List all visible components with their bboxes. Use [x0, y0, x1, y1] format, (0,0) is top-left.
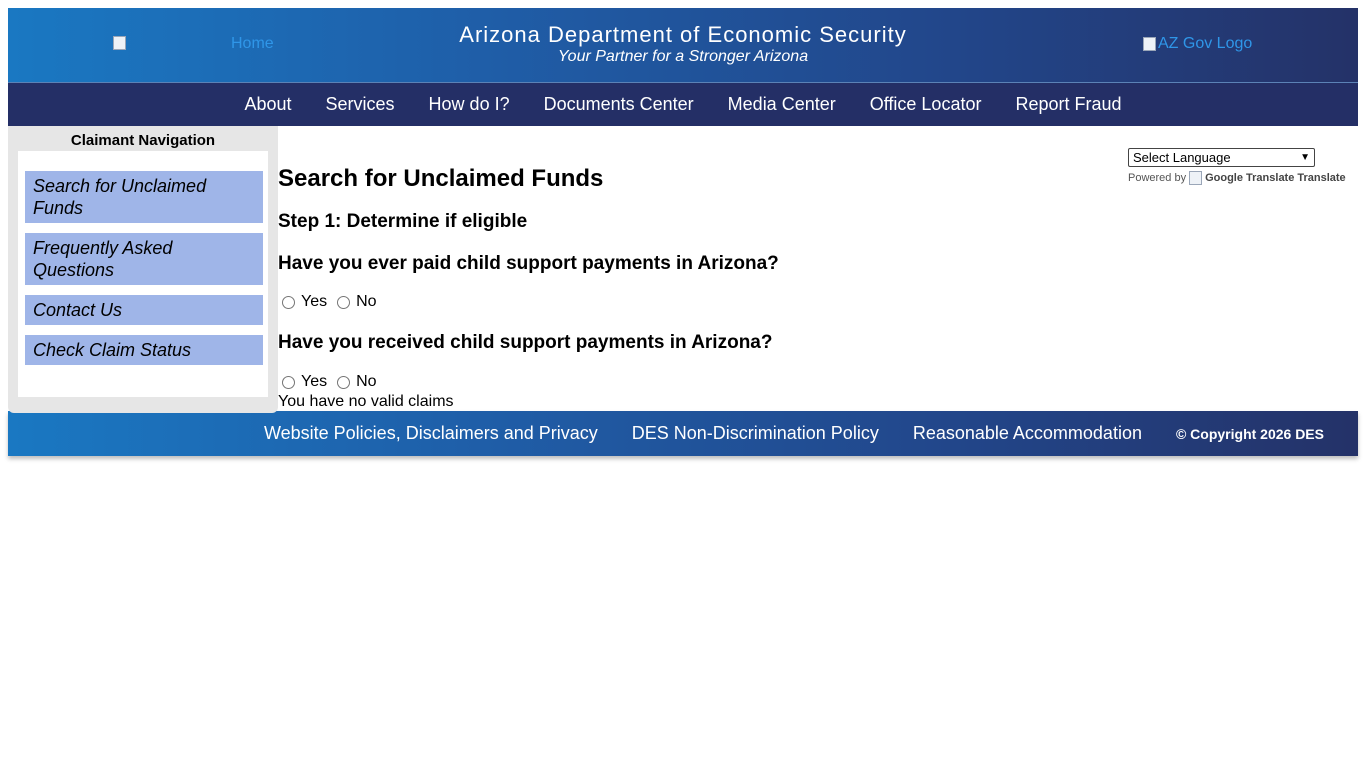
broken-image-icon	[1143, 37, 1156, 51]
received-no-label[interactable]: No	[356, 373, 376, 391]
page-frame: Home Arizona Department of Economic Secu…	[8, 8, 1358, 456]
footer-link-non-discrimination[interactable]: DES Non-Discrimination Policy	[632, 423, 879, 444]
sidebar-item-faq[interactable]: Frequently Asked Questions	[25, 233, 263, 285]
site-footer: Website Policies, Disclaimers and Privac…	[8, 411, 1358, 456]
sidebar-item-search-unclaimed-funds[interactable]: Search for Unclaimed Funds	[25, 171, 263, 223]
received-yes-radio[interactable]	[282, 375, 295, 389]
paid-radio-group: Yes No	[282, 293, 387, 311]
footer-link-accommodation[interactable]: Reasonable Accommodation	[913, 423, 1142, 444]
sidebar-item-check-claim-status[interactable]: Check Claim Status	[25, 335, 263, 365]
google-translate-alt[interactable]: Google Translate	[1205, 172, 1294, 184]
page-title: Search for Unclaimed Funds	[278, 165, 604, 192]
received-no-radio[interactable]	[337, 375, 351, 389]
nav-media-center[interactable]: Media Center	[711, 94, 853, 115]
az-gov-logo-alt: AZ Gov Logo	[1158, 35, 1253, 52]
nav-office-locator[interactable]: Office Locator	[853, 94, 999, 115]
copyright: © Copyright 2026 DES	[1175, 425, 1324, 442]
site-header: Home Arizona Department of Economic Secu…	[8, 8, 1358, 83]
az-gov-logo-link[interactable]: AZ Gov Logo	[1143, 35, 1252, 53]
claimant-sidebar: Claimant Navigation Search for Unclaimed…	[8, 126, 278, 413]
powered-by: Powered by Google Translate Translate	[1128, 171, 1358, 185]
nav-documents-center[interactable]: Documents Center	[527, 94, 711, 115]
content-area: Claimant Navigation Search for Unclaimed…	[8, 126, 1358, 413]
footer-link-policies[interactable]: Website Policies, Disclaimers and Privac…	[264, 423, 598, 444]
received-yes-label[interactable]: Yes	[301, 373, 327, 391]
translate-link[interactable]: Translate	[1297, 172, 1345, 184]
nav-about[interactable]: About	[227, 94, 308, 115]
step-heading: Step 1: Determine if eligible	[278, 211, 528, 232]
sidebar-item-contact-us[interactable]: Contact Us	[25, 295, 263, 325]
broken-image-icon	[1189, 171, 1203, 185]
main-nav: About Services How do I? Documents Cente…	[8, 83, 1358, 126]
language-select[interactable]: Select Language ▼	[1128, 148, 1315, 167]
nav-services[interactable]: Services	[309, 94, 412, 115]
paid-no-radio[interactable]	[337, 295, 351, 309]
nav-report-fraud[interactable]: Report Fraud	[998, 94, 1138, 115]
nav-how-do-i[interactable]: How do I?	[412, 94, 527, 115]
paid-yes-radio[interactable]	[282, 295, 295, 309]
sidebar-title: Claimant Navigation	[70, 132, 216, 149]
received-radio-group: Yes No	[282, 373, 387, 391]
language-select-value: Select Language	[1133, 150, 1231, 165]
paid-yes-label[interactable]: Yes	[301, 293, 327, 311]
sidebar-links: Search for Unclaimed Funds Frequently As…	[18, 151, 268, 397]
paid-no-label[interactable]: No	[356, 293, 376, 311]
question-paid: Have you ever paid child support payment…	[278, 253, 779, 274]
google-translate-widget: Select Language ▼ Powered by Google Tran…	[1128, 148, 1358, 185]
question-received: Have you received child support payments…	[278, 332, 773, 353]
chevron-down-icon: ▼	[1300, 152, 1310, 163]
powered-by-label: Powered by	[1128, 172, 1187, 184]
no-claims-message: You have no valid claims	[278, 393, 454, 410]
